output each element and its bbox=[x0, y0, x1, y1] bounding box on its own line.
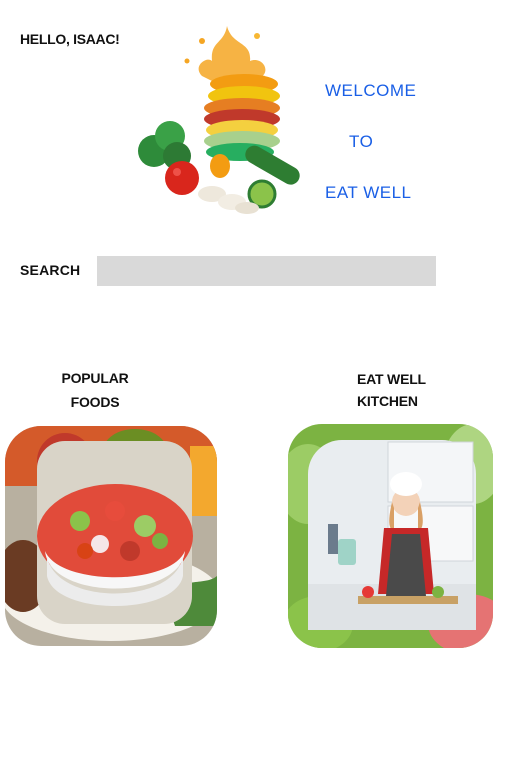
welcome-line-3: EAT WELL bbox=[325, 183, 412, 202]
eat-well-kitchen-title: EAT WELL KITCHEN bbox=[340, 368, 440, 412]
welcome-line-2: TO bbox=[349, 132, 374, 151]
greeting-text: HELLO, ISAAC! bbox=[20, 31, 120, 47]
kitchen-chef-image bbox=[288, 424, 493, 648]
popular-foods-title: POPULAR FOODS bbox=[50, 366, 140, 414]
welcome-line-1: WELCOME bbox=[325, 81, 417, 100]
popular-foods-title-line-2: FOODS bbox=[70, 394, 120, 410]
popular-foods-card[interactable] bbox=[5, 426, 217, 646]
salad-bowl-image bbox=[5, 426, 217, 646]
eat-well-kitchen-card[interactable] bbox=[288, 424, 493, 648]
eat-well-kitchen-title-line-2: KITCHEN bbox=[357, 393, 418, 409]
eat-well-kitchen-title-line-1: EAT WELL bbox=[357, 371, 426, 387]
search-input[interactable] bbox=[97, 256, 436, 286]
search-label: SEARCH bbox=[20, 262, 81, 278]
hero-fruit-vegetable-image bbox=[132, 16, 322, 216]
popular-foods-title-line-1: POPULAR bbox=[61, 370, 129, 386]
